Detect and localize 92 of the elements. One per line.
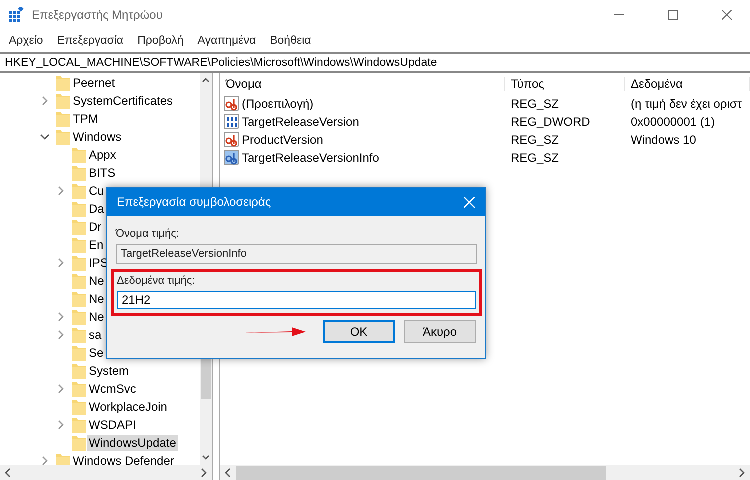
horizontal-scrollbar[interactable] (0, 465, 212, 480)
table-cell-text: REG_SZ (510, 151, 560, 165)
tree-item[interactable]: System (87, 363, 132, 379)
folder-icon (72, 255, 86, 271)
expand-icon[interactable] (56, 384, 66, 394)
column-header[interactable]: Δεδομένα (625, 77, 750, 91)
address-bar[interactable]: HKEY_LOCAL_MACHINE\SOFTWARE\Policies\Microsoft\Windows\WindowsUpdate (0, 52, 750, 73)
horizontal-scrollbar[interactable] (220, 465, 750, 480)
menu-item[interactable]: Βοήθεια (263, 35, 318, 47)
tree-item[interactable]: WSDAPI (87, 417, 138, 433)
folder-icon (56, 93, 70, 109)
tree-item[interactable]: Windows Defender (71, 453, 176, 465)
value-name-field[interactable]: TargetReleaseVersionInfo (116, 244, 477, 264)
table-cell: TargetReleaseVersionInfo (242, 151, 380, 165)
folder-icon (56, 111, 70, 127)
folder-icon (72, 273, 86, 289)
expand-icon[interactable] (40, 96, 50, 106)
scrollbar-thumb[interactable] (201, 359, 211, 399)
close-button[interactable] (722, 10, 732, 20)
tree-item[interactable]: Peernet (71, 75, 118, 91)
tree-item[interactable]: Cu (87, 183, 106, 199)
table-cell: ProductVersion (242, 133, 324, 147)
folder-icon (72, 183, 86, 199)
tree-item[interactable]: WcmSvc (87, 381, 138, 397)
table-cell-text: REG_SZ (510, 133, 560, 147)
tree-item[interactable]: BITS (87, 165, 118, 181)
scroll-left-icon[interactable] (224, 468, 232, 478)
value-data-field[interactable]: 21H2 (117, 291, 476, 309)
folder-icon (72, 201, 86, 217)
column-header[interactable]: Όνομα (220, 77, 505, 91)
expand-icon[interactable] (56, 330, 66, 340)
registry-editor-icon (8, 7, 24, 23)
maximize-button[interactable] (668, 10, 678, 20)
folder-icon (72, 345, 86, 361)
folder-icon (72, 219, 86, 235)
folder-icon (72, 309, 86, 325)
menu-item[interactable]: Αγαπημένα (190, 35, 264, 47)
folder-icon (72, 399, 86, 415)
window-title: Επεξεργαστής Μητρώου (32, 8, 164, 22)
table-cell: TargetReleaseVersion (242, 115, 360, 129)
menu-item[interactable]: Επεξεργασία (50, 35, 131, 47)
folder-icon (72, 327, 86, 343)
dialog-button[interactable]: Άκυρο (404, 320, 476, 343)
dialog-button[interactable]: OK (323, 320, 395, 343)
tree-item[interactable]: sa (87, 327, 104, 343)
field-label: Δεδομένα τιμής: (117, 275, 196, 287)
folder-icon (56, 75, 70, 91)
tree-item[interactable]: Windows (71, 129, 124, 145)
scroll-right-icon[interactable] (200, 468, 208, 478)
collapse-icon[interactable] (40, 132, 50, 142)
folder-icon (72, 363, 86, 379)
tree-item[interactable]: En (87, 237, 106, 253)
expand-icon[interactable] (56, 420, 66, 430)
tree-item[interactable]: Dr (87, 219, 104, 235)
close-icon[interactable] (464, 196, 475, 208)
table-cell-text: 0x00000001 (1) (630, 115, 716, 129)
tree-item[interactable]: TPM (71, 111, 100, 127)
expand-icon[interactable] (40, 456, 50, 465)
expand-icon[interactable] (56, 258, 66, 268)
folder-icon (72, 435, 86, 451)
scroll-left-icon[interactable] (4, 468, 12, 478)
folder-icon (72, 381, 86, 397)
tree-item[interactable]: WindowsUpdate (87, 435, 178, 451)
menu-item[interactable]: Αρχείο (2, 35, 50, 47)
folder-icon (72, 237, 86, 253)
table-cell-text: Windows 10 (630, 133, 698, 147)
tree-item[interactable]: WorkplaceJoin (87, 399, 170, 415)
folder-icon (72, 165, 86, 181)
expand-icon[interactable] (56, 186, 66, 196)
tree-item[interactable]: Se (87, 345, 106, 361)
tree-item[interactable]: Da (87, 201, 106, 217)
tree-item[interactable]: Ne (87, 291, 106, 307)
table-cell: (Προεπιλογή) (242, 97, 314, 111)
scrollbar-thumb[interactable] (236, 466, 606, 480)
field-label: Όνομα τιμής: (116, 228, 180, 240)
folder-icon (56, 453, 70, 465)
tree-item[interactable]: SystemCertificates (71, 93, 176, 109)
table-cell-text: (η τιμή δεν έχει οριστ (630, 97, 744, 111)
table-cell-text: REG_DWORD (510, 115, 592, 129)
folder-icon (72, 147, 86, 163)
folder-icon (56, 129, 70, 145)
tree-item[interactable]: Ne (87, 309, 106, 325)
folder-icon (72, 417, 86, 433)
tree-item[interactable]: Ne (87, 273, 106, 289)
tree-item[interactable]: Appx (87, 147, 118, 163)
dialog-title: Επεξεργασία συμβολοσειράς (117, 195, 272, 209)
table-cell-text: REG_SZ (510, 97, 560, 111)
menu-item[interactable]: Προβολή (130, 35, 191, 47)
scroll-right-icon[interactable] (738, 468, 746, 478)
expand-icon[interactable] (56, 312, 66, 322)
folder-icon (72, 291, 86, 307)
column-header[interactable]: Τύπος (505, 77, 625, 91)
